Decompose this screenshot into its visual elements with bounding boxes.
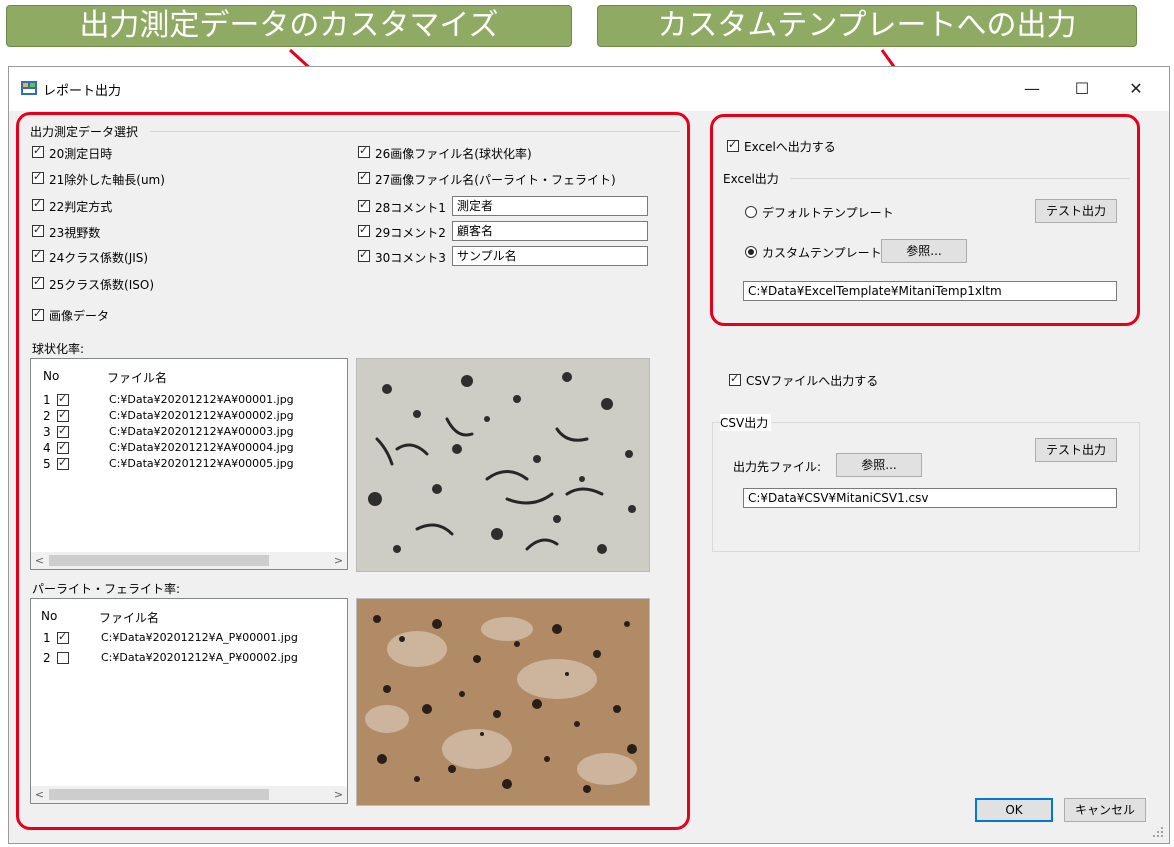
row-file: C:¥Data¥20201212¥A_P¥00002.jpg [101,651,298,664]
scroll-left-icon[interactable]: < [31,552,48,569]
row-checkbox[interactable] [57,456,69,470]
app-icon [21,81,37,95]
label-default-template: デフォルトテンプレート [762,206,894,220]
pearlite-col-file: ファイル名 [99,611,160,625]
label-comment1: 28コメント1 [375,201,446,215]
csv-browse-button[interactable]: 参照... [836,453,922,477]
check-judge-method[interactable] [32,197,44,211]
excel-group-border [790,178,1130,179]
scroll-thumb[interactable] [49,789,269,800]
cancel-button[interactable]: キャンセル [1064,798,1146,822]
check-excel-output[interactable] [727,138,739,152]
excel-group-title: Excel出力 [723,172,779,186]
label-custom-template: カスタムテンプレート [762,246,882,260]
label-comment2: 29コメント2 [375,226,446,240]
minimize-button[interactable]: — [1009,67,1055,111]
row-checkbox[interactable] [57,392,69,406]
row-no: 1 [43,393,51,407]
excel-template-path-input[interactable]: C:¥Data¥ExcelTemplate¥MitaniTemp1xltm [743,281,1117,301]
scroll-right-icon[interactable]: > [330,552,347,569]
excel-test-output-button[interactable]: テスト出力 [1035,199,1117,223]
check-csv-output[interactable] [729,372,741,386]
row-file: C:¥Data¥20201212¥A¥00005.jpg [109,457,294,470]
row-no: 1 [43,631,51,645]
row-checkbox[interactable] [57,630,69,644]
window-title: レポート出力 [43,84,122,99]
spheroid-label: 球状化率: [32,342,85,356]
label-excel-output: Excelへ出力する [744,140,836,154]
pearlite-col-no: No [41,609,58,623]
label-image-pearlite: 27画像ファイル名(パーライト・フェライト) [375,173,616,187]
radio-default-template[interactable] [745,206,757,218]
spheroid-col-no: No [43,369,60,383]
comment2-input[interactable]: 顧客名 [452,221,648,241]
scroll-left-icon[interactable]: < [31,786,48,803]
row-file: C:¥Data¥20201212¥A¥00001.jpg [109,393,294,406]
label-class-jis: 24クラス係数(JIS) [49,251,149,265]
row-checkbox[interactable] [57,408,69,422]
pearlite-label: パーライト・フェライト率: [32,582,181,596]
check-image-data[interactable] [32,307,44,321]
row-checkbox[interactable] [57,440,69,454]
maximize-button[interactable]: ☐ [1059,67,1105,111]
minimize-icon: — [1024,79,1040,98]
check-image-spheroid[interactable] [358,144,370,158]
check-field-count[interactable] [32,223,44,237]
close-icon: ✕ [1129,79,1143,98]
check-class-iso[interactable] [32,275,44,289]
row-no: 4 [43,441,51,455]
spheroid-micrograph-image [356,358,650,572]
measure-group-title: 出力測定データ選択 [30,125,139,139]
row-no: 2 [43,409,51,423]
check-comment2[interactable] [358,223,370,237]
check-excluded-axis[interactable] [32,170,44,184]
row-checkbox[interactable] [57,652,69,664]
pearlite-file-list[interactable]: No ファイル名 1 C:¥Data¥20201212¥A_P¥00001.jp… [30,598,348,804]
scroll-right-icon[interactable]: > [330,786,347,803]
excel-browse-button[interactable]: 参照... [881,239,967,263]
row-file: C:¥Data¥20201212¥A_P¥00001.jpg [101,631,298,644]
radio-custom-template[interactable] [745,246,757,258]
pearlite-hscrollbar[interactable]: < > [31,786,347,803]
label-comment3: 30コメント3 [375,251,446,265]
label-measure-date: 20測定日時 [49,147,113,161]
label-field-count: 23視野数 [49,226,101,240]
ok-button[interactable]: OK [975,798,1053,822]
csv-group-title: CSV出力 [720,414,772,431]
row-file: C:¥Data¥20201212¥A¥00004.jpg [109,441,294,454]
check-comment1[interactable] [358,198,370,212]
csv-dest-label: 出力先ファイル: [733,460,822,474]
measure-group-border [150,131,680,132]
row-checkbox[interactable] [57,424,69,438]
close-button[interactable]: ✕ [1113,67,1159,111]
pearlite-micrograph-image [356,598,650,806]
maximize-icon: ☐ [1074,79,1090,98]
check-class-jis[interactable] [32,248,44,262]
check-image-pearlite[interactable] [358,170,370,184]
label-judge-method: 22判定方式 [49,200,113,214]
label-image-data: 画像データ [49,309,110,323]
comment3-input[interactable]: サンプル名 [452,246,648,266]
title-bar: レポート出力 — ☐ ✕ [9,67,1169,111]
check-comment3[interactable] [358,248,370,262]
spheroid-col-file: ファイル名 [107,371,168,385]
label-excluded-axis: 21除外した軸長(um) [49,173,165,187]
row-no: 3 [43,425,51,439]
row-file: C:¥Data¥20201212¥A¥00002.jpg [109,409,294,422]
comment1-input[interactable]: 測定者 [452,196,648,216]
scroll-thumb[interactable] [49,555,269,566]
check-measure-date[interactable] [32,144,44,158]
label-image-spheroid: 26画像ファイル名(球状化率) [375,147,532,161]
csv-test-output-button[interactable]: テスト出力 [1035,438,1117,462]
row-no: 5 [43,457,51,471]
row-no: 2 [43,651,51,665]
spheroid-hscrollbar[interactable]: < > [31,552,347,569]
row-file: C:¥Data¥20201212¥A¥00003.jpg [109,425,294,438]
spheroid-file-list[interactable]: No ファイル名 1 C:¥Data¥20201212¥A¥00001.jpg … [30,358,348,570]
csv-path-input[interactable]: C:¥Data¥CSV¥MitaniCSV1.csv [743,488,1117,508]
label-csv-output: CSVファイルへ出力する [746,374,879,388]
resize-grip-icon[interactable] [1152,826,1164,838]
label-class-iso: 25クラス係数(ISO) [49,278,154,292]
